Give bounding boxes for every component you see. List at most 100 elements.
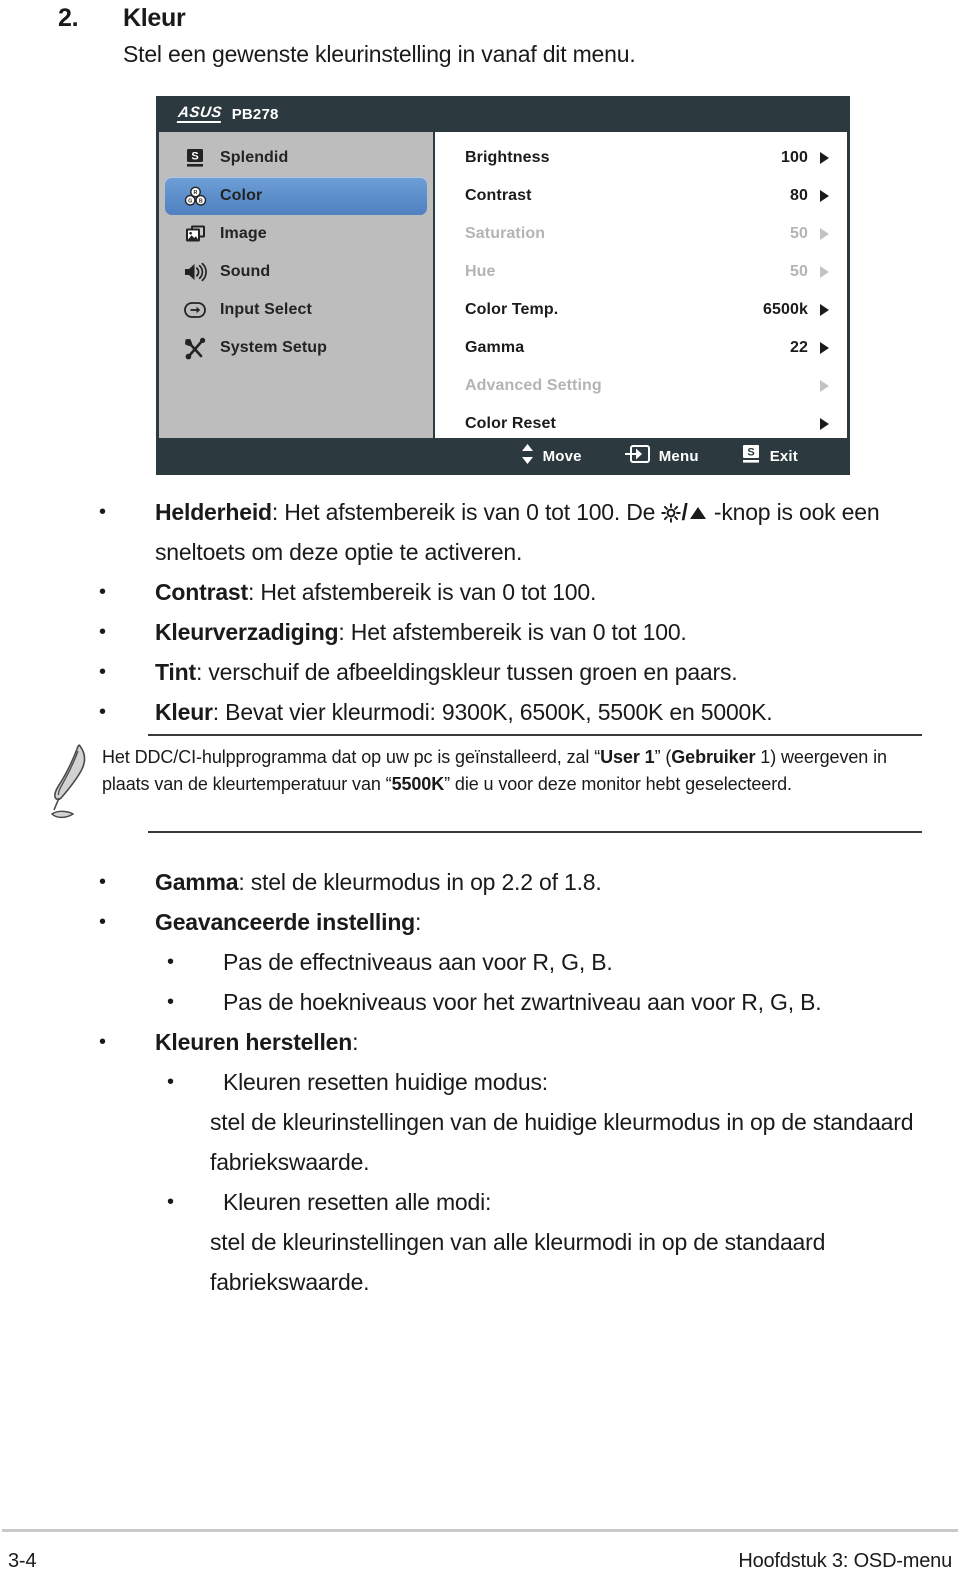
bullet-rest: : Bevat vier kleurmodi: 9300K, 6500K, 55… xyxy=(212,699,773,725)
osd-hint-label: Exit xyxy=(769,448,798,465)
bullet-term: Kleurverzadiging xyxy=(155,619,339,645)
option-label: Hue xyxy=(465,263,496,280)
sidebar-item-label: Color xyxy=(220,187,263,204)
option-label: Advanced Setting xyxy=(465,377,602,394)
option-label: Color Temp. xyxy=(465,301,559,318)
bullet-item-contrast: • Contrast: Het afstembereik is van 0 to… xyxy=(0,572,960,612)
bullet-text: Kleuren herstellen: xyxy=(155,1022,960,1062)
bullet-continuation-huidige: stel de kleurinstellingen van de huidige… xyxy=(210,1109,914,1175)
option-row-color-reset[interactable]: Color Reset xyxy=(435,405,847,443)
sidebar-item-label: Sound xyxy=(220,263,271,280)
bullet-item-tint: • Tint: verschuif de afbeeldingskleur tu… xyxy=(0,652,960,692)
page-number: 3-4 xyxy=(8,1550,37,1572)
sidebar-item-label: Image xyxy=(220,225,267,242)
svg-text:G: G xyxy=(188,198,192,204)
footer-divider xyxy=(2,1529,958,1532)
sidebar-item-label: Splendid xyxy=(220,149,289,166)
osd-hint-label: Move xyxy=(542,448,582,465)
option-label: Color Reset xyxy=(465,415,556,432)
bullet-text: Kleuren resetten alle modi: xyxy=(223,1189,492,1215)
bullet-term: Geavanceerde instelling xyxy=(155,909,416,935)
chevron-right-icon xyxy=(820,304,829,316)
splendid-s-icon: S xyxy=(741,443,761,470)
splendid-icon: S xyxy=(183,146,207,170)
bullet-item-kleur: • Kleur: Bevat vier kleurmodi: 9300K, 65… xyxy=(0,692,960,732)
option-row-hue[interactable]: Hue 50 xyxy=(435,253,847,291)
bullet-list-top: • Helderheid : Het afstembereik is van 0 … xyxy=(0,492,960,732)
bullet-dot: • xyxy=(99,871,106,893)
chevron-right-icon xyxy=(820,380,829,392)
bullet-text: Pas de effectniveaus aan voor R, G, B. xyxy=(223,949,613,975)
bullet-dot: • xyxy=(99,701,106,723)
option-row-advanced-setting[interactable]: Advanced Setting xyxy=(435,367,847,405)
bullet-rest: : verschuif de afbeeldingskleur tussen g… xyxy=(195,659,738,685)
sidebar-item-splendid[interactable]: S Splendid xyxy=(165,139,427,177)
sidebar-item-color[interactable]: R G B Color xyxy=(165,177,427,215)
option-row-gamma[interactable]: Gamma 22 xyxy=(435,329,847,367)
svg-text:R: R xyxy=(193,190,197,196)
sidebar-item-input-select[interactable]: Input Select xyxy=(165,291,427,329)
svg-text:S: S xyxy=(191,151,198,163)
bullet-term: Helderheid xyxy=(155,499,272,525)
option-value: 50 xyxy=(790,225,808,242)
osd-hint-move[interactable]: Move xyxy=(521,443,582,470)
sidebar-item-image[interactable]: Image xyxy=(165,215,427,253)
option-label: Gamma xyxy=(465,339,525,356)
bullet-term: Contrast xyxy=(155,579,248,605)
bullet-text: Kleurverzadiging: Het afstembereik is va… xyxy=(155,612,960,652)
bullet-text: Pas de hoekniveaus voor het zwartniveau … xyxy=(223,989,822,1015)
image-icon xyxy=(183,222,207,246)
input-select-icon xyxy=(183,298,207,322)
chevron-right-icon xyxy=(820,418,829,430)
option-label: Saturation xyxy=(465,225,546,242)
bullet-rest: : xyxy=(415,909,422,935)
bullet-dot: • xyxy=(99,1031,106,1053)
sidebar-item-sound[interactable]: Sound xyxy=(165,253,427,291)
option-label: Contrast xyxy=(465,187,532,204)
osd-titlebar: ASUS PB278 xyxy=(156,96,850,132)
osd-sidebar: S Splendid R G B Color Image Sound Input… xyxy=(159,132,435,438)
osd-hint-label: Menu xyxy=(658,448,699,465)
up-down-arrows-icon xyxy=(521,443,534,470)
heading-subtitle: Stel een gewenste kleurinstelling in van… xyxy=(123,41,636,67)
note-part-c: ” ( xyxy=(654,747,672,767)
page-footer: 3-4 Hoofdstuk 3: OSD-menu xyxy=(0,1529,960,1573)
chevron-right-icon xyxy=(820,228,829,240)
option-row-color-temp[interactable]: Color Temp. 6500k xyxy=(435,291,847,329)
bullet-rest: : xyxy=(352,1029,359,1055)
sidebar-item-system-setup[interactable]: System Setup xyxy=(165,329,427,367)
bullet-item-reset-huidige-modus: • Kleuren resetten huidige modus: xyxy=(0,1062,960,1102)
chevron-right-icon xyxy=(820,152,829,164)
brightness-sun-icon xyxy=(661,499,682,525)
note-part-g: ” die u voor deze monitor hebt geselecte… xyxy=(444,774,792,794)
bullet-dot: • xyxy=(167,1071,174,1093)
sound-speaker-icon xyxy=(183,260,207,284)
bullet-rest: : Het afstembereik is van 0 tot 100. xyxy=(247,579,597,605)
note-callout: Het DDC/CI-hulpprogramma dat op uw pc is… xyxy=(0,734,960,833)
feather-pen-icon xyxy=(0,736,92,831)
osd-hint-exit[interactable]: S Exit xyxy=(741,443,798,470)
bullet-term: Gamma xyxy=(155,869,239,895)
osd-body: S Splendid R G B Color Image Sound Input… xyxy=(156,132,850,438)
bullet-rest: : Het afstembereik is van 0 tot 100. xyxy=(338,619,687,645)
sidebar-item-label: Input Select xyxy=(220,301,312,318)
option-row-brightness[interactable]: Brightness 100 xyxy=(435,139,847,177)
up-triangle-icon xyxy=(688,499,708,525)
chevron-right-icon xyxy=(820,190,829,202)
chevron-right-icon xyxy=(820,266,829,278)
option-row-saturation[interactable]: Saturation 50 xyxy=(435,215,847,253)
bullet-term: Tint xyxy=(155,659,196,685)
bullet-item-hoekniveaus: • Pas de hoekniveaus voor het zwartnivea… xyxy=(0,982,960,1022)
bullet-text: Geavanceerde instelling: xyxy=(155,902,960,942)
bullet-dot: • xyxy=(99,581,106,603)
option-row-contrast[interactable]: Contrast 80 xyxy=(435,177,847,215)
osd-hint-menu[interactable]: Menu xyxy=(624,444,699,469)
note-part-a: Het DDC/CI-hulpprogramma dat op uw pc is… xyxy=(102,747,601,767)
sidebar-item-label: System Setup xyxy=(220,339,328,356)
note-part-gebruiker: Gebruiker xyxy=(671,747,756,767)
note-bottom-rule xyxy=(148,831,922,833)
osd-option-list: Brightness 100 Contrast 80 Saturation 50… xyxy=(435,132,847,438)
bullet-term: Kleuren herstellen xyxy=(155,1029,353,1055)
bullet-dot: • xyxy=(99,621,106,643)
bullet-list-bottom: • Gamma: stel de kleurmodus in op 2.2 of… xyxy=(0,862,960,1302)
